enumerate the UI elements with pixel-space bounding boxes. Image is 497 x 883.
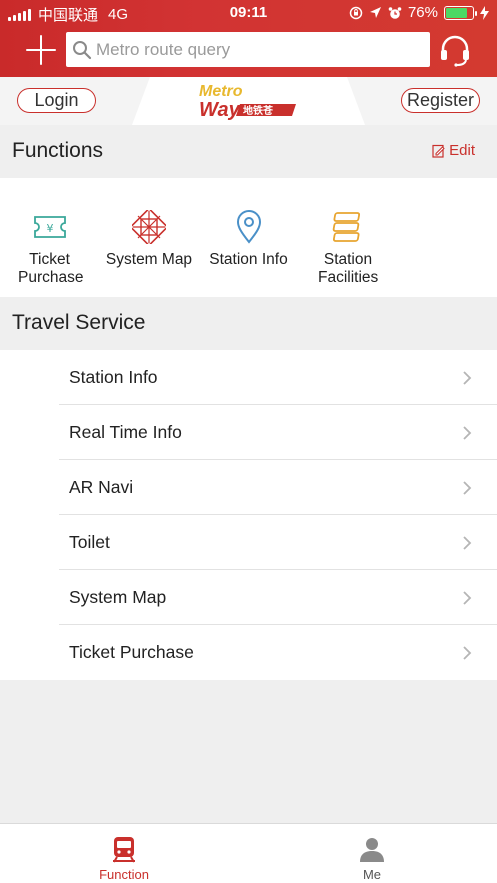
stacked-layers-icon [332, 212, 361, 242]
travel-service-title: Travel Service [12, 311, 146, 334]
svg-text:地铁苍: 地铁苍 [243, 104, 274, 117]
functions-header: Functions Edit [0, 125, 497, 178]
svg-text:¥: ¥ [46, 222, 53, 235]
battery-icon [444, 5, 477, 20]
function-label: System Map [105, 251, 193, 268]
function-label: Ticket Purchase [18, 251, 84, 286]
svg-text:Metro: Metro [199, 83, 243, 100]
ticket-icon: ¥ [33, 216, 66, 238]
charging-bolt-icon [480, 5, 489, 20]
auth-row: Login Metro Way 地铁苍 Register [0, 77, 497, 125]
list-item-ar-navi[interactable]: AR Navi [0, 460, 497, 515]
location-pin-icon [236, 210, 261, 244]
battery-percent: 76% [407, 4, 438, 21]
bottom-tab-bar: Function Me [0, 823, 497, 883]
chevron-right-icon [463, 481, 472, 495]
function-ticket-purchase[interactable]: ¥ Ticket Purchase [0, 178, 99, 297]
tab-function[interactable]: Function [0, 824, 248, 883]
chevron-right-icon [463, 371, 472, 385]
register-button[interactable]: Register [401, 88, 480, 113]
login-button[interactable]: Login [17, 88, 96, 113]
function-label: Station Info [209, 251, 288, 268]
tab-me[interactable]: Me [248, 824, 496, 883]
list-item-label: System Map [69, 587, 167, 607]
status-bar: 中国联通 4G 09:11 76% [0, 0, 497, 26]
list-item-system-map[interactable]: System Map [0, 570, 497, 625]
status-right: 76% [349, 4, 489, 21]
customer-service-button[interactable] [437, 33, 473, 67]
list-item-label: Toilet [69, 532, 110, 552]
list-item-real-time-info[interactable]: Real Time Info [0, 405, 497, 460]
travel-service-list: Station Info Real Time Info AR Navi Toil… [0, 350, 497, 680]
add-button[interactable] [24, 33, 58, 67]
list-item-ticket-purchase[interactable]: Ticket Purchase [0, 625, 497, 680]
function-station-info[interactable]: Station Info [199, 178, 298, 297]
list-item-toilet[interactable]: Toilet [0, 515, 497, 570]
headset-icon [441, 35, 469, 67]
edit-icon [432, 144, 445, 158]
search-input[interactable] [96, 39, 426, 60]
functions-grid: ¥ Ticket Purchase System Map Station Inf… [0, 178, 497, 297]
search-bar[interactable] [66, 32, 430, 67]
chevron-right-icon [463, 646, 472, 660]
location-arrow-icon [369, 7, 381, 18]
functions-title: Functions [12, 139, 104, 162]
tab-label: Function [99, 867, 149, 882]
function-station-facilities[interactable]: Station Facilities [298, 178, 398, 297]
search-icon [73, 40, 92, 59]
list-item-station-info[interactable]: Station Info [0, 350, 497, 405]
tab-label: Me [362, 867, 382, 882]
list-item-label: Ticket Purchase [69, 642, 194, 662]
alarm-icon [388, 6, 402, 19]
svg-text:Way: Way [199, 99, 241, 121]
orientation-lock-icon [349, 6, 363, 19]
function-label: Station Facilities [318, 251, 379, 286]
function-system-map[interactable]: System Map [99, 178, 199, 297]
chevron-right-icon [463, 536, 472, 550]
travel-service-header: Travel Service [0, 297, 497, 350]
list-item-label: AR Navi [69, 477, 134, 497]
list-item-label: Station Info [69, 367, 158, 387]
metroway-logo: Metro Way 地铁苍 [199, 83, 296, 121]
edit-button[interactable]: Edit [432, 142, 475, 159]
chevron-right-icon [463, 426, 472, 440]
train-icon [113, 837, 135, 863]
list-item-label: Real Time Info [69, 422, 182, 442]
chevron-right-icon [463, 591, 472, 605]
network-map-icon [132, 210, 166, 244]
edit-label: Edit [449, 142, 475, 159]
person-icon [360, 838, 384, 862]
